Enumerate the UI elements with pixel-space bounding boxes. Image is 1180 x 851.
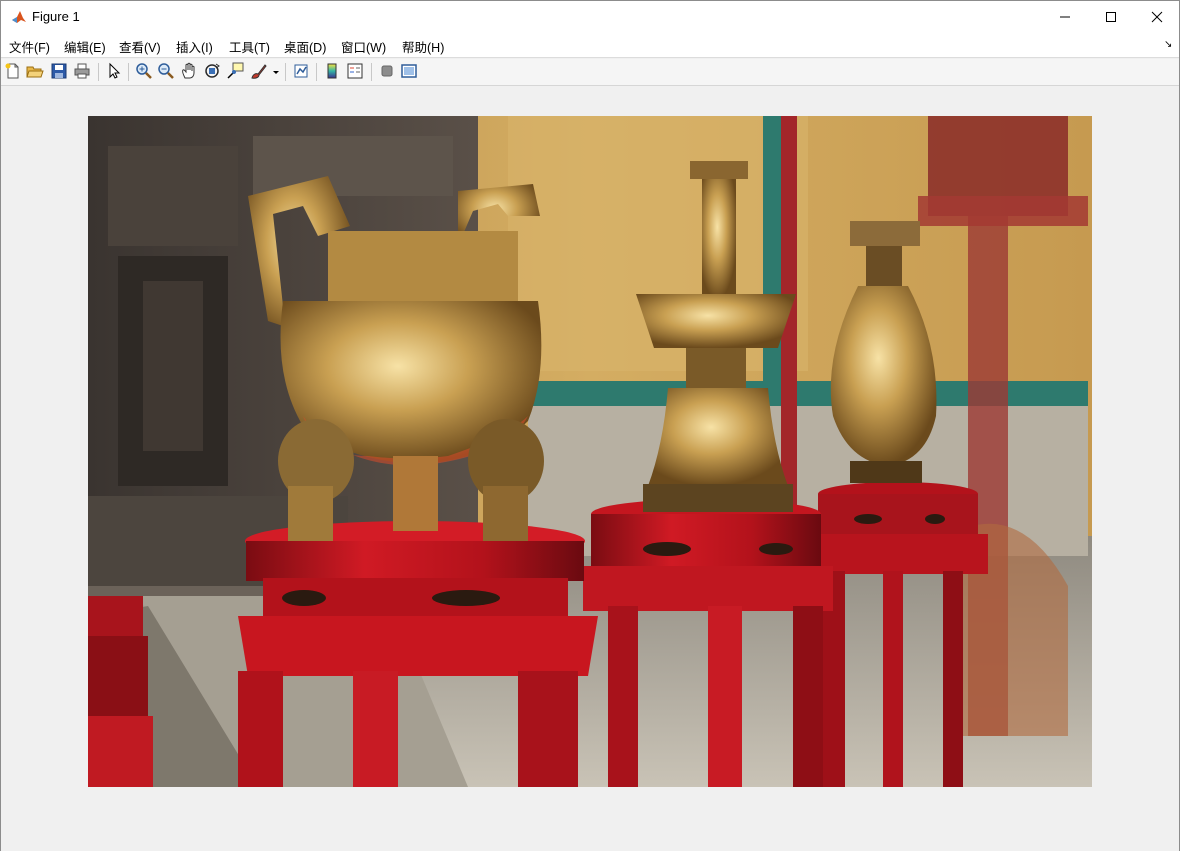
toolbar-separator (371, 63, 372, 81)
matlab-icon (11, 9, 27, 25)
hide-plot-tools-icon[interactable] (378, 62, 396, 80)
zoom-in-icon[interactable] (135, 62, 153, 80)
print-icon[interactable] (73, 62, 91, 80)
data-cursor-icon[interactable] (226, 62, 244, 80)
menu-edit[interactable]: 编辑(E) (64, 37, 106, 56)
figure-window: Figure 1 文件(F) 编辑(E) 查看(V) 插入(I) 工具(T) 桌… (0, 0, 1180, 851)
toolbar-separator (285, 63, 286, 81)
new-figure-icon[interactable] (4, 62, 22, 80)
menu-desktop[interactable]: 桌面(D) (284, 37, 326, 56)
menu-view[interactable]: 查看(V) (119, 37, 161, 56)
rotate-3d-icon[interactable] (203, 62, 221, 80)
minimize-button[interactable] (1042, 1, 1088, 32)
displayed-image (88, 116, 1092, 787)
title-bar: Figure 1 (1, 1, 1179, 32)
chevron-down-icon[interactable] (271, 62, 281, 80)
toolbar-separator (316, 63, 317, 81)
show-plot-tools-icon[interactable] (400, 62, 418, 80)
pointer-icon[interactable] (105, 62, 123, 80)
pan-icon[interactable] (180, 62, 198, 80)
menu-tools[interactable]: 工具(T) (229, 37, 270, 56)
window-title: Figure 1 (32, 9, 80, 24)
menu-file[interactable]: 文件(F) (9, 37, 50, 56)
toolbar-separator (128, 63, 129, 81)
open-icon[interactable] (26, 62, 44, 80)
colorbar-icon[interactable] (323, 62, 341, 80)
maximize-button[interactable] (1088, 1, 1134, 32)
legend-icon[interactable] (346, 62, 364, 80)
menu-help[interactable]: 帮助(H) (402, 37, 444, 56)
save-icon[interactable] (50, 62, 68, 80)
figure-toolbar (1, 59, 1179, 86)
dock-arrow-icon[interactable]: ↘ (1164, 39, 1172, 50)
zoom-out-icon[interactable] (157, 62, 175, 80)
menu-bar: 文件(F) 编辑(E) 查看(V) 插入(I) 工具(T) 桌面(D) 窗口(W… (1, 32, 1179, 58)
menu-insert[interactable]: 插入(I) (176, 37, 213, 56)
menu-window[interactable]: 窗口(W) (341, 37, 386, 56)
close-button[interactable] (1134, 1, 1180, 32)
link-plot-icon[interactable] (292, 62, 310, 80)
brush-icon[interactable] (250, 62, 268, 80)
toolbar-separator (98, 63, 99, 81)
